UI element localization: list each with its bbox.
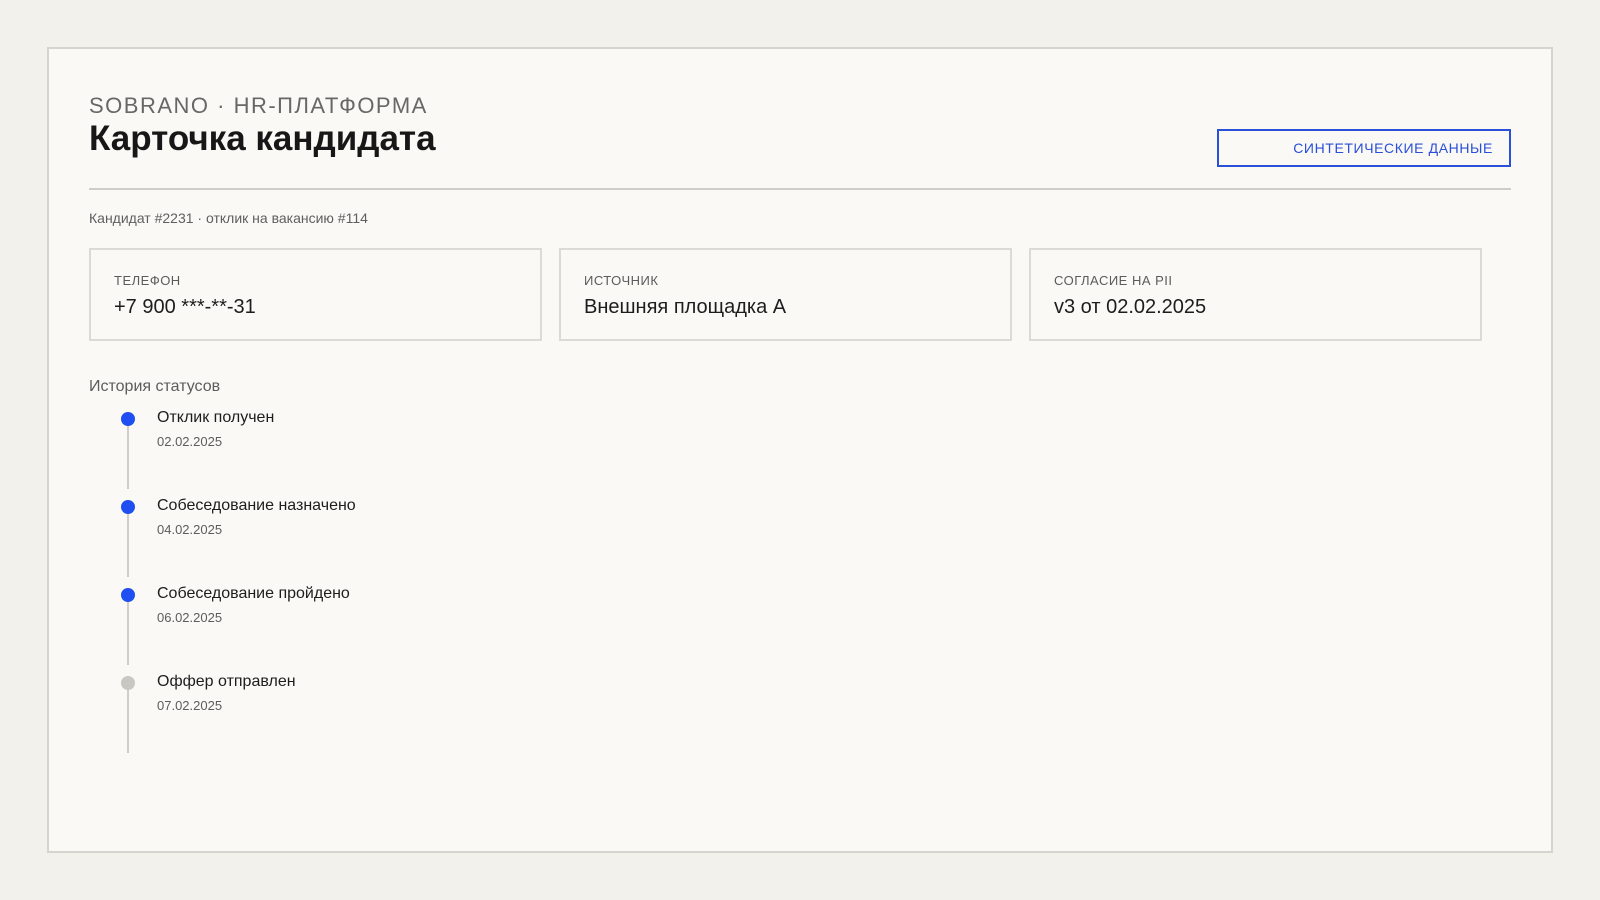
step-title: Оффер отправлен <box>157 673 296 690</box>
pii-consent-card: СОГЛАСИЕ НА PII v3 от 02.02.2025 <box>1029 248 1482 341</box>
timeline-connector <box>127 601 129 665</box>
brand-label: SOBRANO · HR-ПЛАТФОРМА <box>89 93 428 118</box>
header-divider <box>89 188 1511 190</box>
timeline-connector <box>127 513 129 577</box>
status-dot-icon <box>121 588 135 602</box>
timeline-step: Отклик получен 02.02.2025 <box>89 409 689 497</box>
phone-card: ТЕЛЕФОН +7 900 ***-**-31 <box>89 248 542 341</box>
info-cards: ТЕЛЕФОН +7 900 ***-**-31 ИСТОЧНИК Внешня… <box>89 248 1505 341</box>
pii-consent-value: v3 от 02.02.2025 <box>1054 296 1207 318</box>
synthetic-data-badge: СИНТЕТИЧЕСКИЕ ДАННЫЕ <box>1217 129 1511 167</box>
step-date: 04.02.2025 <box>157 522 223 537</box>
status-timeline: Отклик получен 02.02.2025 Собеседование … <box>89 409 689 753</box>
step-date: 06.02.2025 <box>157 610 223 625</box>
source-label: ИСТОЧНИК <box>584 273 659 288</box>
step-title: Собеседование пройдено <box>157 585 350 602</box>
pii-consent-label: СОГЛАСИЕ НА PII <box>1054 273 1173 288</box>
step-date: 02.02.2025 <box>157 434 223 449</box>
timeline-connector <box>127 425 129 489</box>
page-title: Карточка кандидата <box>89 119 436 158</box>
timeline-step: Собеседование пройдено 06.02.2025 <box>89 585 689 673</box>
timeline-step: Оффер отправлен 07.02.2025 <box>89 673 689 761</box>
candidate-card-panel: SOBRANO · HR-ПЛАТФОРМА Карточка кандидат… <box>47 47 1553 853</box>
status-dot-icon <box>121 676 135 690</box>
phone-label: ТЕЛЕФОН <box>114 273 181 288</box>
phone-value: +7 900 ***-**-31 <box>114 296 256 318</box>
timeline-step: Собеседование назначено 04.02.2025 <box>89 497 689 585</box>
status-dot-icon <box>121 412 135 426</box>
page-header: SOBRANO · HR-ПЛАТФОРМА Карточка кандидат… <box>89 89 1511 185</box>
step-title: Собеседование назначено <box>157 497 356 514</box>
status-history-heading: История статусов <box>89 378 221 395</box>
step-title: Отклик получен <box>157 409 275 426</box>
source-value: Внешняя площадка А <box>584 296 787 318</box>
status-dot-icon <box>121 500 135 514</box>
timeline-connector <box>127 689 129 753</box>
source-card: ИСТОЧНИК Внешняя площадка А <box>559 248 1012 341</box>
step-date: 07.02.2025 <box>157 698 223 713</box>
candidate-subtitle: Кандидат #2231 · отклик на вакансию #114 <box>89 210 368 226</box>
